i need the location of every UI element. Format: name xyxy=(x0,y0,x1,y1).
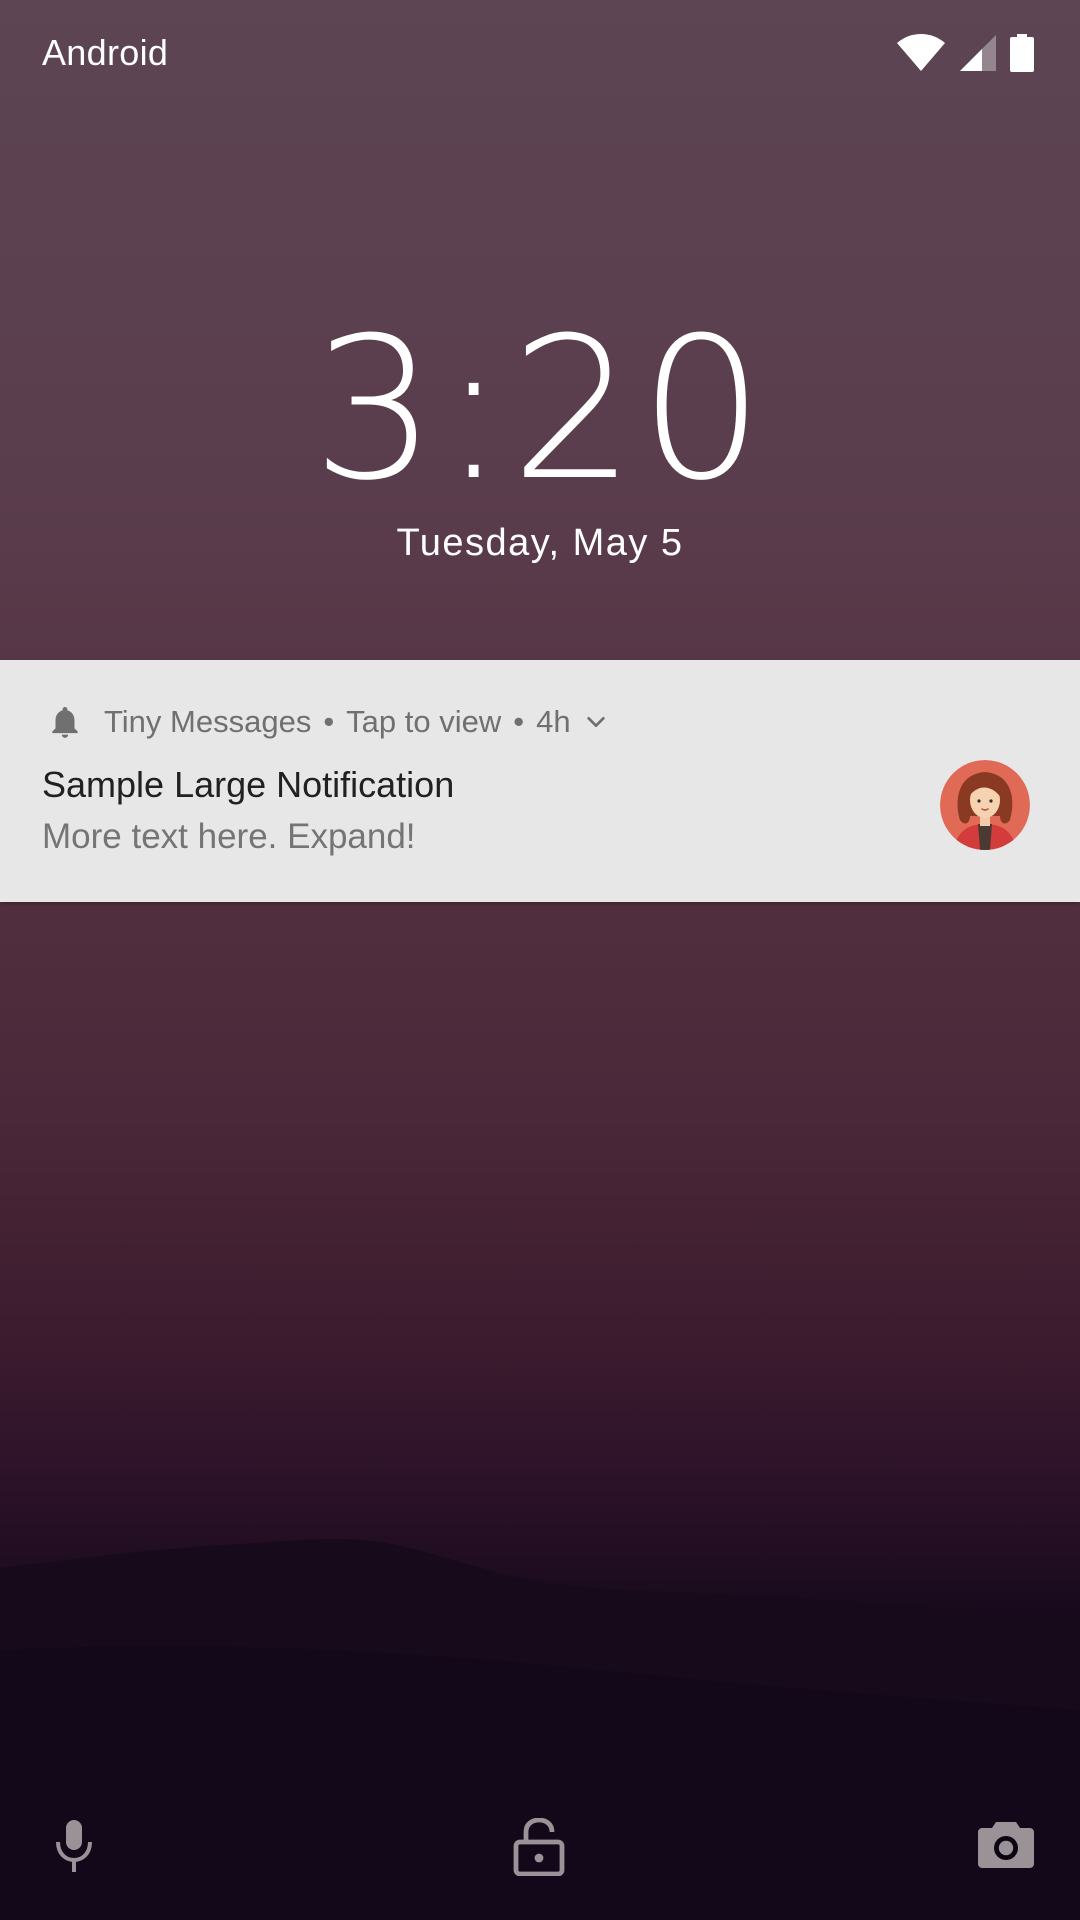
notification-time: 4h xyxy=(536,704,571,739)
mic-icon[interactable] xyxy=(50,1818,98,1879)
cell-signal-icon xyxy=(960,35,996,76)
carrier-label: Android xyxy=(42,32,169,73)
avatar xyxy=(940,760,1030,850)
header-separator: • xyxy=(323,704,335,739)
status-icons xyxy=(896,34,1034,77)
lockscreen-clock: 3:20 xyxy=(311,296,769,524)
bell-icon xyxy=(52,706,78,738)
notification-header: Tiny Messages • Tap to view • 4h xyxy=(46,700,607,744)
camera-icon[interactable] xyxy=(978,1818,1034,1873)
status-bar: Android xyxy=(0,0,1080,110)
lockscreen-date: Tuesday, May 5 xyxy=(396,522,684,564)
battery-icon xyxy=(1010,34,1034,77)
chevron-down-icon[interactable] xyxy=(585,711,607,733)
notification-text: More text here. Expand! xyxy=(42,817,416,856)
wifi-icon xyxy=(896,34,946,77)
notification-subtext: Tap to view xyxy=(346,704,502,739)
lock-icon[interactable] xyxy=(512,1817,566,1881)
notification-title: Sample Large Notification xyxy=(42,764,455,805)
notification-card[interactable]: Tiny Messages • Tap to view • 4h Sample … xyxy=(0,660,1080,902)
header-separator: • xyxy=(513,704,525,739)
notification-app-name: Tiny Messages xyxy=(104,704,312,739)
